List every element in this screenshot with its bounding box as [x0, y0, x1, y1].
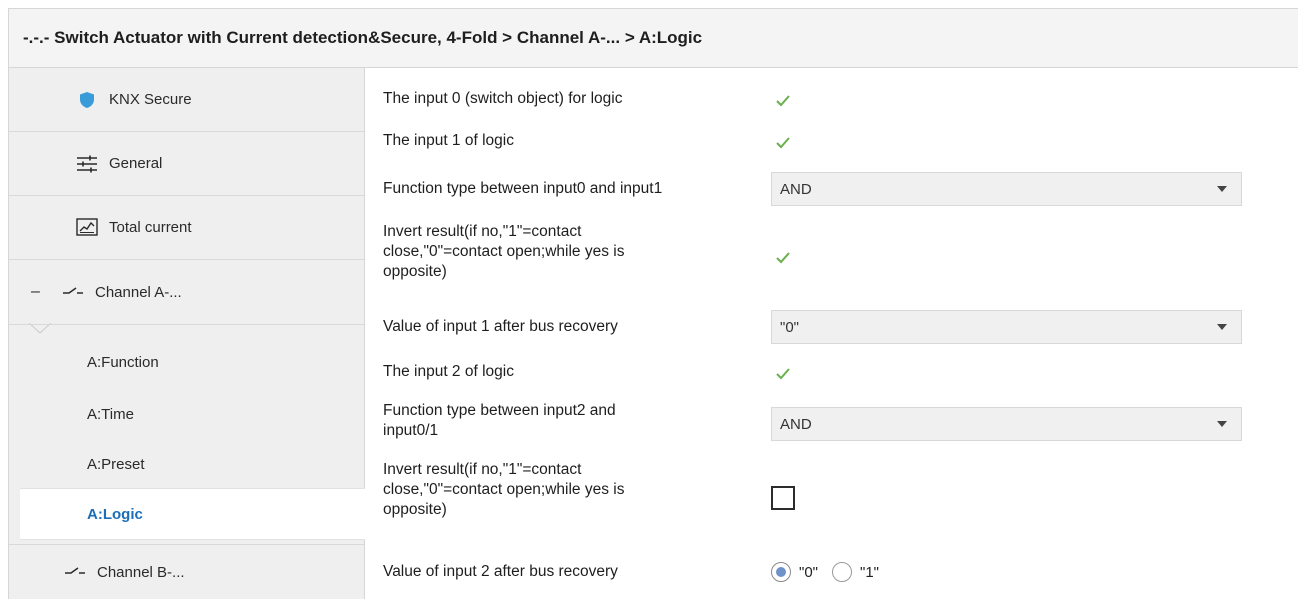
breadcrumb: -.-.- Switch Actuator with Current detec… — [23, 28, 703, 47]
checkbox-input2[interactable] — [774, 365, 792, 383]
sidebar-item-label: Channel A-... — [95, 283, 182, 301]
sidebar-item-channel-b[interactable]: Channel B-... — [9, 544, 364, 599]
divider — [9, 324, 364, 325]
check-icon — [776, 368, 790, 380]
sliders-icon — [75, 152, 99, 176]
param-row: The input 1 of logic — [383, 131, 514, 151]
param-label: The input 0 (switch object) for logic — [383, 90, 623, 107]
param-row: The input 0 (switch object) for logic — [383, 89, 623, 109]
sidebar-item-channel-a[interactable]: – Channel A-... — [9, 260, 364, 324]
chart-icon — [75, 216, 99, 240]
caret-down-icon — [1217, 186, 1227, 192]
param-row: Value of input 2 after bus recovery — [383, 562, 618, 582]
param-row: Invert result(if no,"1"=contact close,"0… — [383, 222, 624, 282]
breadcrumb-bar: -.-.- Switch Actuator with Current detec… — [8, 8, 1298, 68]
collapse-icon[interactable]: – — [31, 283, 51, 301]
input2-recovery-radio-group: "0" "1" — [771, 562, 879, 582]
sidebar-item-total-current[interactable]: Total current — [9, 196, 364, 260]
param-label: Invert result(if no,"1"=contact close,"0… — [383, 223, 625, 280]
input1-recovery-dropdown[interactable]: "0" — [771, 310, 1242, 344]
sidebar-item-label: Total current — [109, 219, 192, 236]
function-type-01-dropdown[interactable]: AND — [771, 172, 1242, 206]
caret-down-icon — [1217, 324, 1227, 330]
shield-icon — [75, 88, 99, 112]
sidebar-item-label: KNX Secure — [109, 91, 192, 108]
dropdown-value: AND — [780, 180, 812, 198]
radio-option-0[interactable] — [771, 562, 791, 582]
switch-icon — [63, 560, 87, 584]
checkbox-input0[interactable] — [774, 92, 792, 110]
switch-icon — [61, 280, 85, 304]
sidebar-item-knx-secure[interactable]: KNX Secure — [9, 68, 364, 132]
param-label: Function type between input0 and input1 — [383, 180, 663, 197]
check-icon — [776, 95, 790, 107]
param-label: Invert result(if no,"1"=contact close,"0… — [383, 461, 625, 518]
checkbox-input1[interactable] — [774, 134, 792, 152]
function-type-2-dropdown[interactable]: AND — [771, 407, 1242, 441]
param-label: The input 2 of logic — [383, 363, 514, 380]
param-row: Invert result(if no,"1"=contact close,"0… — [383, 460, 624, 520]
param-label: Value of input 1 after bus recovery — [383, 318, 618, 335]
checkbox-invert-result-2[interactable] — [771, 486, 795, 510]
dropdown-value: "0" — [780, 318, 799, 336]
sidebar-sub-preset[interactable]: A:Preset — [9, 440, 364, 488]
radio-option-1[interactable] — [832, 562, 852, 582]
param-row: Function type between input2 and input0/… — [383, 401, 616, 441]
radio-label-0: "0" — [799, 563, 818, 581]
check-icon — [776, 137, 790, 149]
caret-down-icon — [1217, 421, 1227, 427]
checkbox-invert-result-1[interactable] — [774, 249, 792, 267]
sidebar-item-general[interactable]: General — [9, 132, 364, 196]
sidebar: KNX Secure General Total current – Chann… — [8, 68, 365, 599]
parameter-panel: The input 0 (switch object) for logic Th… — [366, 68, 1298, 599]
param-row: Value of input 1 after bus recovery — [383, 317, 618, 337]
param-label: Value of input 2 after bus recovery — [383, 563, 618, 580]
sidebar-item-label: Channel B-... — [97, 563, 185, 581]
param-label: Function type between input2 and input0/… — [383, 402, 616, 439]
sidebar-sub-function[interactable]: A:Function — [9, 338, 364, 386]
check-icon — [776, 252, 790, 264]
dropdown-value: AND — [780, 415, 812, 433]
sidebar-sub-time[interactable]: A:Time — [9, 390, 364, 438]
radio-label-1: "1" — [860, 563, 879, 581]
sidebar-item-label: General — [109, 155, 163, 172]
param-label: The input 1 of logic — [383, 132, 514, 149]
param-row: Function type between input0 and input1 — [383, 179, 662, 199]
sidebar-sub-logic[interactable]: A:Logic — [20, 488, 365, 540]
param-row: The input 2 of logic — [383, 362, 514, 382]
